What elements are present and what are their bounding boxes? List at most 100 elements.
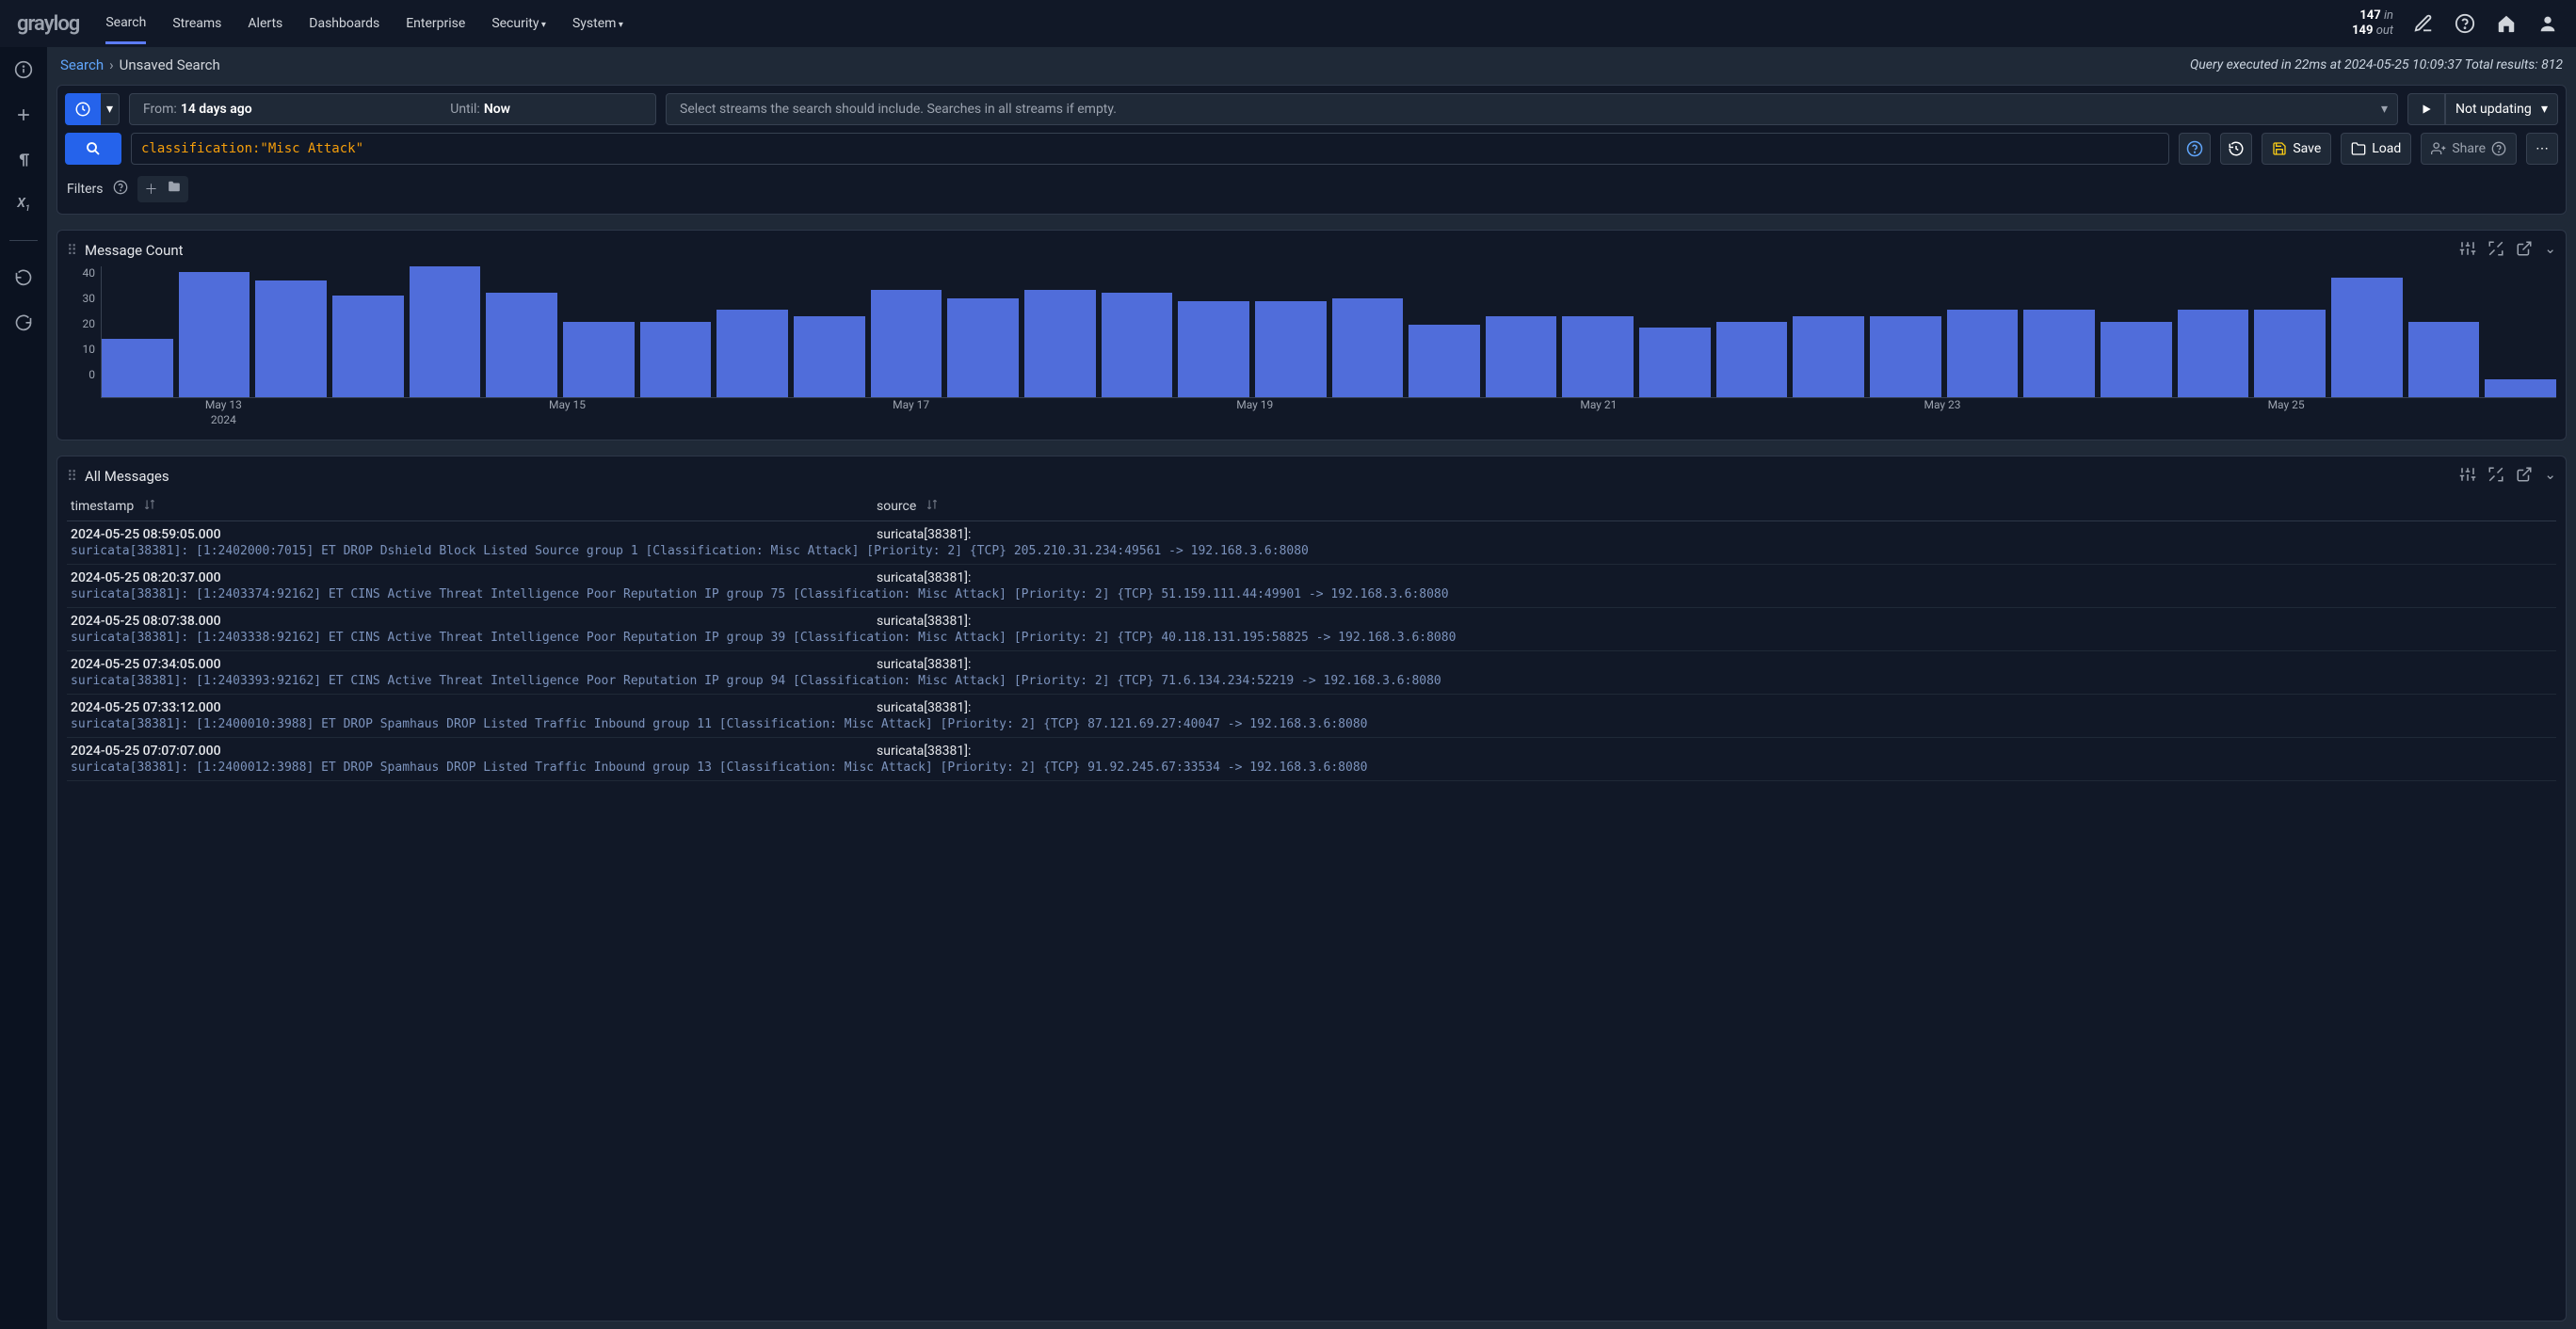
search-button[interactable] [65, 133, 121, 165]
bar[interactable] [1102, 293, 1173, 397]
widget-title: Message Count [85, 242, 184, 259]
folder-icon[interactable] [168, 180, 181, 199]
refresh-play-button[interactable] [2407, 93, 2445, 125]
bar[interactable] [2254, 310, 2326, 397]
breadcrumb: Search › Unsaved Search Query executed i… [47, 47, 2576, 77]
bar[interactable] [947, 298, 1019, 397]
main-content: Search › Unsaved Search Query executed i… [47, 47, 2576, 1329]
all-messages-widget: ⠿ All Messages ⌄ timestamp source 2024-0… [56, 456, 2567, 1321]
sort-icon[interactable] [926, 498, 939, 515]
bar[interactable] [1793, 316, 1864, 397]
sidebar: X1 [0, 47, 47, 1329]
sliders-icon[interactable] [2459, 240, 2476, 261]
home-icon[interactable] [2495, 12, 2518, 35]
nav-system[interactable]: System [572, 5, 623, 42]
drag-handle-icon[interactable]: ⠿ [67, 468, 77, 485]
bar[interactable] [2485, 379, 2556, 397]
table-row[interactable]: 2024-05-25 07:33:12.000suricata[38381]:s… [67, 695, 2556, 738]
expand-icon[interactable] [2487, 240, 2504, 261]
bar[interactable] [2023, 310, 2095, 397]
nav-alerts[interactable]: Alerts [248, 5, 282, 42]
bar[interactable] [716, 310, 788, 397]
undo-icon[interactable] [14, 267, 33, 290]
bar[interactable] [2408, 322, 2480, 397]
bar[interactable] [1639, 328, 1711, 397]
drag-handle-icon[interactable]: ⠿ [67, 242, 77, 259]
breadcrumb-root[interactable]: Search [60, 56, 104, 73]
bar[interactable] [794, 316, 865, 397]
bar[interactable] [1716, 322, 1788, 397]
time-range[interactable]: From: 14 days ago Until:Now [129, 93, 656, 125]
filters-actions: ＋ [137, 176, 188, 202]
table-row[interactable]: 2024-05-25 08:07:38.000suricata[38381]:s… [67, 608, 2556, 651]
refresh-interval-select[interactable]: Not updating▾ [2445, 93, 2558, 125]
bar[interactable] [871, 290, 942, 397]
bar[interactable] [1409, 325, 1480, 397]
column-timestamp[interactable]: timestamp [71, 499, 134, 514]
bar[interactable] [1562, 316, 1634, 397]
chevron-down-icon: ▾ [2381, 102, 2388, 117]
logo[interactable]: graylog [17, 12, 79, 36]
table-row[interactable]: 2024-05-25 07:34:05.000suricata[38381]:s… [67, 651, 2556, 695]
external-link-icon[interactable] [2516, 466, 2533, 487]
main-nav: Search Streams Alerts Dashboards Enterprise S… [105, 4, 623, 44]
bar[interactable] [1947, 310, 2019, 397]
bar[interactable] [410, 266, 481, 397]
bar[interactable] [255, 280, 327, 397]
bar[interactable] [1332, 298, 1404, 397]
bar[interactable] [2178, 310, 2249, 397]
bar[interactable] [2331, 278, 2403, 397]
table-row[interactable]: 2024-05-25 07:07:07.000suricata[38381]:s… [67, 738, 2556, 781]
expand-icon[interactable] [2487, 466, 2504, 487]
column-source[interactable]: source [877, 499, 916, 514]
nav-dashboards[interactable]: Dashboards [309, 5, 379, 42]
message-count-widget: ⠿ Message Count ⌄ 403020100 May 132024Ma… [56, 230, 2567, 440]
info-icon[interactable] [14, 60, 33, 83]
paragraph-icon[interactable] [14, 151, 33, 173]
more-icon[interactable]: ⋯ [2526, 133, 2558, 165]
nav-security[interactable]: Security [491, 5, 546, 42]
bar[interactable] [1024, 290, 1096, 397]
message-list[interactable]: 2024-05-25 08:59:05.000suricata[38381]:s… [67, 521, 2556, 781]
variable-icon[interactable]: X1 [17, 196, 30, 214]
filters-help-icon[interactable] [113, 180, 128, 199]
load-button[interactable]: Load [2341, 133, 2411, 165]
bar-chart[interactable]: 403020100 [67, 266, 2556, 398]
help-icon[interactable] [2454, 12, 2476, 35]
share-button[interactable]: Share [2421, 133, 2517, 165]
query-input[interactable] [131, 133, 2169, 165]
history-icon[interactable] [2220, 133, 2252, 165]
plus-icon[interactable] [14, 105, 33, 128]
bar[interactable] [640, 322, 712, 397]
nav-search[interactable]: Search [105, 4, 146, 44]
bar[interactable] [1255, 301, 1327, 397]
table-row[interactable]: 2024-05-25 08:20:37.000suricata[38381]:s… [67, 565, 2556, 608]
add-filter-icon[interactable]: ＋ [145, 180, 158, 199]
streams-select[interactable]: Select streams the search should include… [666, 93, 2398, 125]
bar[interactable] [486, 293, 557, 397]
save-button[interactable]: Save [2262, 133, 2331, 165]
bar[interactable] [179, 272, 250, 397]
bar[interactable] [1486, 316, 1557, 397]
sliders-icon[interactable] [2459, 466, 2476, 487]
scratchpad-icon[interactable] [2412, 12, 2435, 35]
query-help-icon[interactable] [2179, 133, 2211, 165]
sort-icon[interactable] [143, 498, 156, 515]
bar[interactable] [1870, 316, 1941, 397]
external-link-icon[interactable] [2516, 240, 2533, 261]
chevron-down-icon[interactable]: ⌄ [2544, 466, 2556, 487]
bar[interactable] [1178, 301, 1249, 397]
bar[interactable] [332, 296, 404, 397]
time-preset-dropdown[interactable]: ▾ [101, 93, 120, 125]
user-icon[interactable] [2536, 12, 2559, 35]
nav-streams[interactable]: Streams [172, 5, 221, 42]
time-preset-button[interactable] [65, 93, 101, 125]
table-row[interactable]: 2024-05-25 08:59:05.000suricata[38381]:s… [67, 521, 2556, 565]
redo-icon[interactable] [14, 312, 33, 335]
bar[interactable] [102, 339, 173, 397]
breadcrumb-current: Unsaved Search [120, 56, 220, 73]
bar[interactable] [2101, 322, 2172, 397]
chevron-down-icon[interactable]: ⌄ [2544, 240, 2556, 261]
bar[interactable] [563, 322, 635, 397]
nav-enterprise[interactable]: Enterprise [406, 5, 465, 42]
